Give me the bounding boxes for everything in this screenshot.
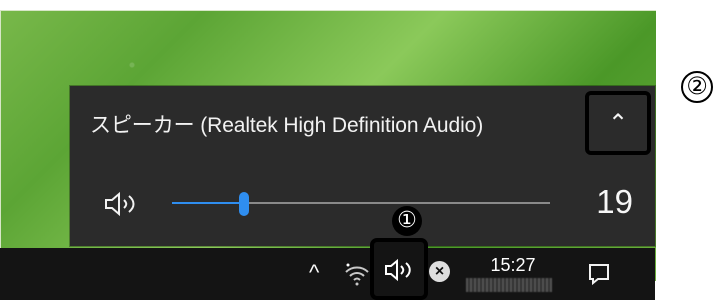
notification-icon[interactable] xyxy=(586,261,612,286)
volume-flyout: スピーカー (Realtek High Definition Audio) ⌃ … xyxy=(70,86,655,246)
chevron-up-icon: ⌃ xyxy=(607,110,629,137)
audio-device-name: スピーカー (Realtek High Definition Audio) xyxy=(90,114,484,137)
expand-button-highlight: ⌃ xyxy=(585,91,651,155)
wifi-icon[interactable] xyxy=(343,260,371,288)
taskbar-volume-highlight xyxy=(370,238,428,300)
volume-slider[interactable] xyxy=(172,192,550,216)
taskbar: ^ × 15:27 xyxy=(0,238,655,300)
callout-number-two: ② xyxy=(681,71,713,103)
close-icon: × xyxy=(429,261,450,282)
date-redaction xyxy=(466,278,552,292)
expand-devices-button[interactable]: ⌃ xyxy=(599,105,637,143)
chevron-up-icon: ^ xyxy=(309,260,320,285)
speaker-icon[interactable] xyxy=(102,190,144,218)
callout-number-one: ① xyxy=(392,206,422,236)
taskbar-clock[interactable]: 15:27 xyxy=(475,256,551,274)
volume-slider-fill xyxy=(172,202,244,204)
show-hidden-icons-button[interactable]: ^ xyxy=(309,262,319,284)
speaker-icon[interactable] xyxy=(382,255,418,285)
volume-slider-thumb[interactable] xyxy=(238,192,249,216)
screenshot-frame: スピーカー (Realtek High Definition Audio) ⌃ … xyxy=(0,0,715,308)
volume-value: 19 xyxy=(596,183,633,220)
